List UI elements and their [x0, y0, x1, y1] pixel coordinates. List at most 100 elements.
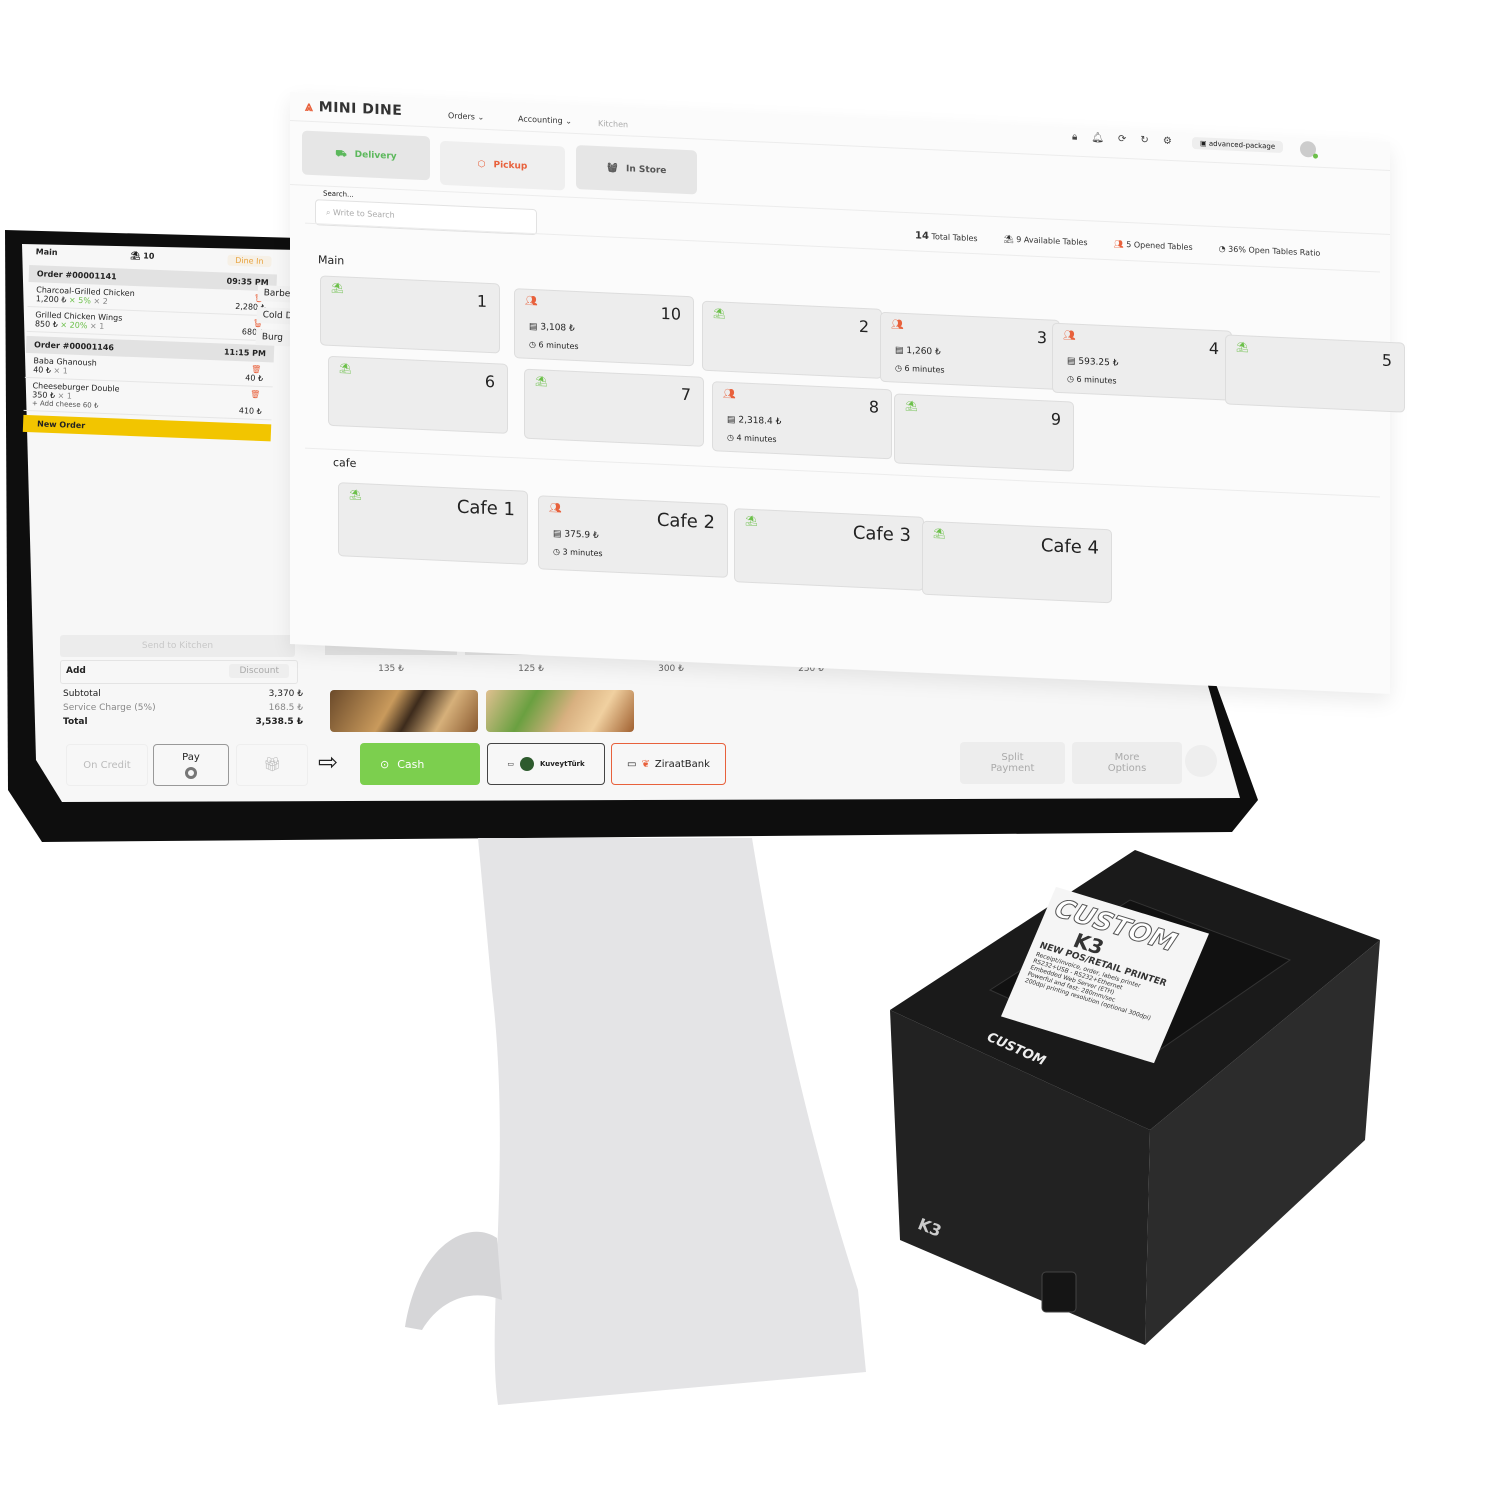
table-name: 10: [660, 303, 681, 324]
totals: Subtotal 3,370 ₺ Service Charge (5%) 168.5…: [63, 687, 303, 729]
cash-icon: ⊙: [380, 757, 390, 771]
kuveyt-label: KuveytTürk: [539, 760, 585, 768]
kuveytturk-button[interactable]: ▭ KuveytTürk: [487, 743, 605, 785]
time-value: 3 minutes: [562, 547, 603, 559]
product-image[interactable]: [330, 690, 478, 732]
table-card[interactable]: 👥︎ 10 ▤ 3,108 ₺ ◷ 6 minutes: [514, 288, 694, 367]
split-payment-button[interactable]: Split Payment: [960, 742, 1065, 784]
table-card[interactable]: 👥︎ Cafe 2 ▤ 375.9 ₺ ◷ 3 minutes: [538, 495, 728, 578]
settings-icon[interactable]: ⚙: [1163, 136, 1172, 147]
table-card[interactable]: 👥︎ 4 ▤ 593.25 ₺ ◷ 6 minutes: [1052, 322, 1232, 401]
amount-value: 3,108 ₺: [540, 322, 575, 334]
subtotal-value: 3,370 ₺: [268, 689, 303, 699]
truck-icon: ⛟: [335, 148, 347, 160]
table-amount: ▤ 375.9 ₺: [553, 528, 599, 542]
wheat-icon: ❦: [641, 758, 650, 770]
table-card[interactable]: ⛱︎ 9: [894, 393, 1074, 472]
trash-icon[interactable]: 🗑︎: [250, 390, 260, 399]
tables-screen: ⩓ MINI DINE Orders ⌄ Accounting ⌄ Kitche…: [290, 92, 1405, 694]
cash-button[interactable]: ⊙ Cash: [360, 743, 480, 785]
section-title-cafe: cafe: [333, 455, 357, 471]
discount-button[interactable]: Discount: [229, 664, 289, 678]
bell-icon[interactable]: 🔔︎: [1091, 132, 1104, 144]
table-card[interactable]: 👥︎ 3 ▤ 1,260 ₺ ◷ 6 minutes: [880, 311, 1060, 390]
item-qty: × 1: [53, 365, 69, 376]
time-value: 4 minutes: [736, 433, 777, 445]
table-icon: ⛱︎: [1003, 234, 1017, 244]
service-value: 168.5 ₺: [268, 703, 303, 713]
pay-button[interactable]: Pay: [153, 744, 229, 786]
table-icon: ⛱︎: [331, 282, 344, 295]
nav-orders[interactable]: Orders ⌄: [448, 111, 484, 122]
item-total: 40 ₺: [245, 373, 264, 384]
table-name: 9: [1050, 409, 1061, 430]
logo-text: MINI DINE: [318, 99, 403, 120]
more-options-button[interactable]: More Options: [1072, 742, 1182, 784]
people-icon: 👥︎: [549, 502, 562, 515]
subtotal-label: Subtotal: [63, 689, 101, 699]
amount-value: 375.9 ₺: [564, 529, 599, 542]
stat-total: 14 Total Tables: [915, 230, 978, 244]
table-card[interactable]: ⛱︎ 2: [702, 300, 882, 379]
table-name: Cafe 3: [852, 522, 911, 547]
people-icon: 👥︎: [525, 295, 538, 308]
table-card[interactable]: 👥︎ 8 ▤ 2,318.4 ₺ ◷ 4 minutes: [712, 381, 892, 460]
people-icon: 👥︎: [1113, 239, 1127, 249]
table-card[interactable]: ⛱︎ Cafe 3: [734, 508, 924, 591]
order-type-badge[interactable]: Dine In: [226, 254, 272, 268]
power-button: [1041, 1271, 1077, 1313]
nav-label: Accounting: [518, 114, 563, 126]
mode-in-store[interactable]: 🧺︎ In Store: [576, 144, 697, 195]
time-value: 6 minutes: [538, 340, 579, 352]
people-icon: 👥︎: [723, 388, 736, 401]
nav-kitchen[interactable]: Kitchen: [598, 119, 628, 129]
rotate-icon[interactable]: ↻: [1140, 135, 1148, 146]
package-badge[interactable]: ▣ advanced-package: [1192, 136, 1284, 154]
table-name: 6: [484, 371, 495, 392]
nav-accounting[interactable]: Accounting ⌄: [518, 114, 572, 125]
kuveyt-logo-icon: [519, 757, 534, 771]
more-label: More Options: [1107, 752, 1147, 774]
table-card[interactable]: ⛱︎ 7: [524, 368, 704, 447]
table-card[interactable]: ⛱︎ 1: [320, 275, 500, 354]
trash-icon[interactable]: 🗑︎: [251, 365, 261, 374]
table-icon: ⛱︎: [933, 528, 946, 540]
table-card[interactable]: ⛱︎ 6: [328, 355, 508, 434]
table-time: ◷ 6 minutes: [1067, 374, 1117, 386]
settings-button[interactable]: [1185, 745, 1217, 777]
time-value: 6 minutes: [904, 363, 945, 375]
send-to-kitchen-button[interactable]: Send to Kitchen: [60, 635, 295, 657]
people-icon: 👥︎: [891, 319, 904, 331]
table-stats: 14 Total Tables ⛱︎ 9 Available Tables 👥︎…: [915, 230, 1320, 259]
lock-icon[interactable]: 🔒︎: [1072, 132, 1077, 143]
mode-delivery[interactable]: ⛟ Delivery: [302, 130, 430, 181]
table-amount: ▤ 2,318.4 ₺: [727, 414, 782, 428]
ratio-icon: ◔: [1218, 244, 1229, 254]
product-image[interactable]: [486, 690, 634, 732]
add-button[interactable]: Add: [66, 666, 86, 676]
total-label: Total Tables: [931, 232, 978, 244]
on-credit-button[interactable]: On Credit: [66, 744, 148, 786]
table-icon: ⛱︎: [339, 363, 352, 375]
mode-pickup[interactable]: ⬡ Pickup: [440, 140, 565, 191]
ziraatbank-button[interactable]: ▭ ❦ ZiraatBank: [611, 743, 726, 785]
avatar[interactable]: [1300, 140, 1318, 159]
gift-button[interactable]: 🎁︎: [236, 744, 308, 786]
stat-available: 9 Available Tables: [1016, 234, 1088, 248]
order-id: Order #00001146: [33, 340, 115, 353]
table-card[interactable]: ⛱︎ Cafe 4: [922, 520, 1112, 604]
pay-label: Pay: [182, 751, 200, 763]
table-card[interactable]: ⛱︎ 5: [1225, 334, 1405, 413]
refresh-icon[interactable]: ⟳: [1118, 134, 1126, 145]
package-icon: ▣: [1200, 139, 1209, 148]
table-card[interactable]: ⛱︎ Cafe 1: [338, 482, 528, 565]
search-input[interactable]: ⌕ Write to Search: [315, 199, 537, 236]
product-price: 300 ₺: [658, 664, 684, 674]
section-title-main: Main: [318, 253, 345, 268]
table-time: ◷ 3 minutes: [553, 546, 603, 559]
table-amount: ▤ 1,260 ₺: [895, 345, 941, 358]
ziraat-label: ZiraatBank: [654, 758, 710, 770]
gift-icon: 🎁︎: [263, 757, 281, 773]
item-discount: × 5%: [68, 295, 92, 306]
total-label: Total: [63, 717, 88, 727]
